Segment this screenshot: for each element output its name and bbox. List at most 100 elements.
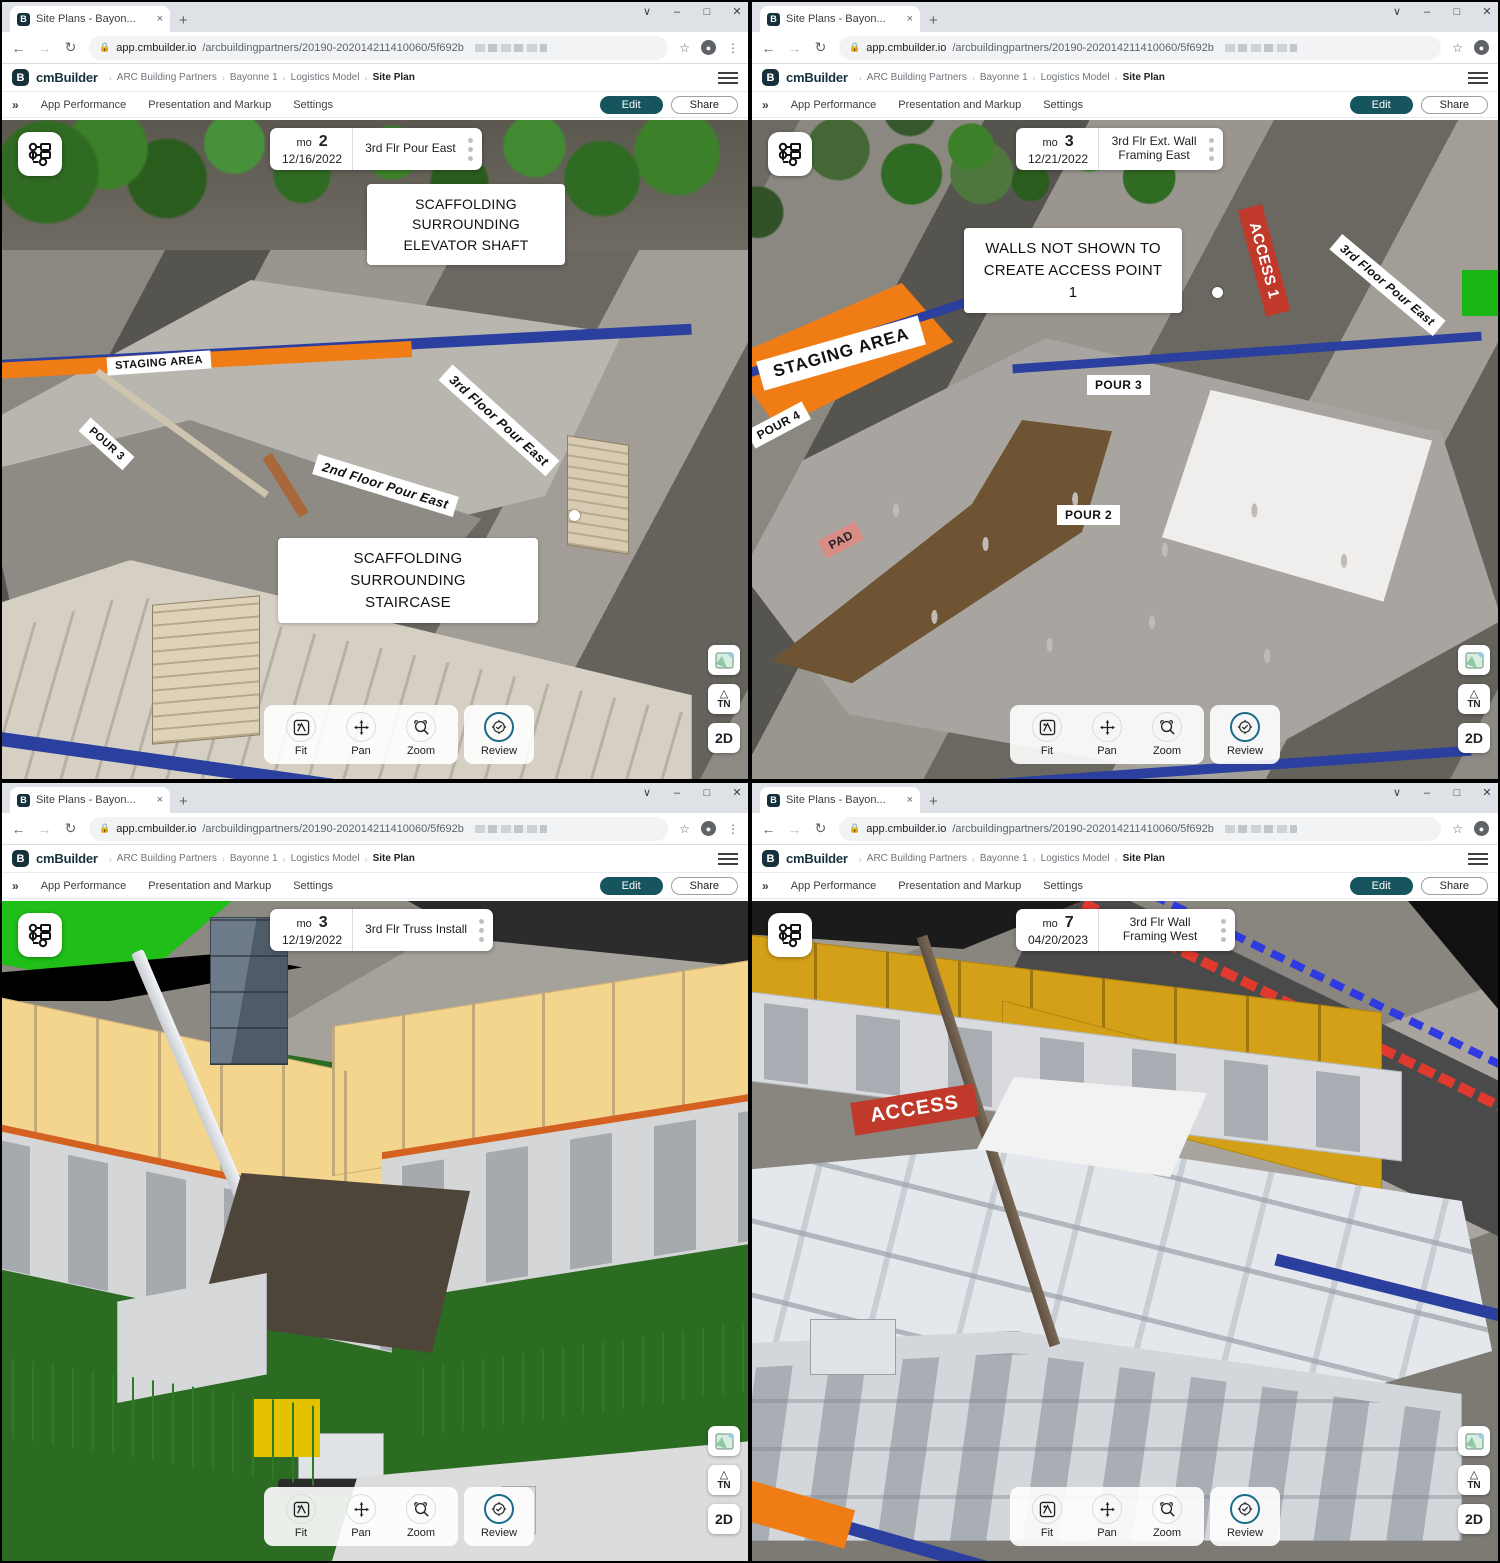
milestone-card[interactable]: mo 3 12/19/2022 3rd Flr Truss Install bbox=[270, 909, 494, 951]
reload-icon[interactable]: ↻ bbox=[63, 39, 78, 56]
compass-button[interactable]: △ TN bbox=[1458, 684, 1490, 714]
dimension-toggle-button[interactable]: 2D bbox=[708, 723, 740, 753]
callout-elevator-shaft[interactable]: SCAFFOLDING SURROUNDING ELEVATOR SHAFT bbox=[367, 184, 565, 265]
pan-tool[interactable]: Pan bbox=[333, 1494, 389, 1539]
bookmark-star-icon[interactable]: ☆ bbox=[1452, 822, 1463, 836]
close-window-button[interactable]: ✕ bbox=[1480, 786, 1494, 799]
minimize-button[interactable]: – bbox=[1420, 787, 1434, 799]
close-window-button[interactable]: ✕ bbox=[730, 786, 744, 799]
maximize-button[interactable]: □ bbox=[700, 787, 714, 799]
breadcrumb-item-model[interactable]: Logistics Model bbox=[291, 72, 360, 83]
expand-sidebar-icon[interactable]: » bbox=[762, 98, 769, 112]
breadcrumb-item-org[interactable]: ARC Building Partners bbox=[117, 853, 217, 864]
tab-settings[interactable]: Settings bbox=[1043, 99, 1083, 111]
breadcrumb-item-org[interactable]: ARC Building Partners bbox=[117, 72, 217, 83]
zoom-tool[interactable]: Zoom bbox=[1139, 1494, 1195, 1539]
milestone-more-icon[interactable] bbox=[1221, 909, 1235, 951]
hierarchy-tree-button[interactable] bbox=[18, 132, 62, 176]
breadcrumb-item-org[interactable]: ARC Building Partners bbox=[867, 72, 967, 83]
browser-menu-icon[interactable]: ⋮ bbox=[727, 823, 739, 835]
fit-tool[interactable]: Fit bbox=[273, 1494, 329, 1539]
reload-icon[interactable]: ↻ bbox=[813, 820, 828, 837]
fit-tool[interactable]: Fit bbox=[273, 712, 329, 757]
address-input[interactable]: 🔒 app.cmbuilder.io/arcbuildingpartners/2… bbox=[839, 816, 1442, 841]
callout-staircase[interactable]: SCAFFOLDING SURROUNDING STAIRCASE bbox=[278, 538, 538, 624]
map-layers-button[interactable] bbox=[1458, 1426, 1490, 1456]
viewport-3d-1[interactable]: STAGING AREA POUR 3 2nd Floor Pour East … bbox=[2, 120, 748, 779]
hierarchy-tree-button[interactable] bbox=[18, 913, 62, 957]
breadcrumb-item-project[interactable]: Bayonne 1 bbox=[980, 72, 1028, 83]
chevron-down-icon[interactable]: ∨ bbox=[1390, 786, 1404, 799]
breadcrumb-item-project[interactable]: Bayonne 1 bbox=[230, 853, 278, 864]
minimize-button[interactable]: – bbox=[1420, 6, 1434, 18]
address-input[interactable]: 🔒 app.cmbuilder.io/arcbuildingpartners/2… bbox=[89, 816, 669, 841]
edit-button[interactable]: Edit bbox=[1349, 95, 1413, 114]
expand-sidebar-icon[interactable]: » bbox=[762, 879, 769, 893]
dimension-toggle-button[interactable]: 2D bbox=[1458, 1504, 1490, 1534]
tab-settings[interactable]: Settings bbox=[293, 880, 333, 892]
browser-tab[interactable]: B Site Plans - Bayon... × bbox=[10, 6, 170, 32]
new-tab-button[interactable]: + bbox=[929, 793, 938, 813]
callout-access-point[interactable]: WALLS NOT SHOWN TO CREATE ACCESS POINT 1 bbox=[964, 228, 1182, 314]
compass-button[interactable]: △ TN bbox=[708, 1465, 740, 1495]
fit-tool[interactable]: Fit bbox=[1019, 1494, 1075, 1539]
edit-button[interactable]: Edit bbox=[1349, 876, 1413, 895]
new-tab-button[interactable]: + bbox=[929, 12, 938, 32]
share-button[interactable]: Share bbox=[1420, 876, 1488, 895]
profile-avatar[interactable]: ● bbox=[701, 40, 716, 55]
close-icon[interactable]: × bbox=[157, 794, 163, 806]
back-icon[interactable]: ← bbox=[11, 40, 26, 56]
forward-icon[interactable]: → bbox=[787, 40, 802, 56]
profile-avatar[interactable]: ● bbox=[1474, 40, 1489, 55]
profile-avatar[interactable]: ● bbox=[701, 821, 716, 836]
milestone-more-icon[interactable] bbox=[479, 909, 493, 951]
close-icon[interactable]: × bbox=[157, 13, 163, 25]
bookmark-star-icon[interactable]: ☆ bbox=[679, 822, 690, 836]
compass-button[interactable]: △ TN bbox=[708, 684, 740, 714]
hamburger-menu-icon[interactable] bbox=[1468, 71, 1488, 84]
milestone-card[interactable]: mo 3 12/21/2022 3rd Flr Ext. Wall Framing… bbox=[1016, 128, 1224, 170]
forward-icon[interactable]: → bbox=[37, 821, 52, 837]
tab-presentation-and-markup[interactable]: Presentation and Markup bbox=[898, 880, 1021, 892]
milestone-card[interactable]: mo 7 04/20/2023 3rd Flr Wall Framing West bbox=[1016, 909, 1236, 951]
browser-tab[interactable]: B Site Plans - Bayon... × bbox=[760, 787, 920, 813]
viewport-3d-3[interactable]: mo 3 12/19/2022 3rd Flr Truss Install △ bbox=[2, 901, 748, 1561]
tab-settings[interactable]: Settings bbox=[1043, 880, 1083, 892]
dimension-toggle-button[interactable]: 2D bbox=[708, 1504, 740, 1534]
hamburger-menu-icon[interactable] bbox=[718, 71, 738, 84]
new-tab-button[interactable]: + bbox=[179, 793, 188, 813]
share-button[interactable]: Share bbox=[670, 95, 738, 114]
tab-app-performance[interactable]: App Performance bbox=[791, 880, 877, 892]
bookmark-star-icon[interactable]: ☆ bbox=[679, 41, 690, 55]
dimension-toggle-button[interactable]: 2D bbox=[1458, 723, 1490, 753]
compass-button[interactable]: △ TN bbox=[1458, 1465, 1490, 1495]
close-icon[interactable]: × bbox=[907, 794, 913, 806]
chevron-down-icon[interactable]: ∨ bbox=[640, 5, 654, 18]
expand-sidebar-icon[interactable]: » bbox=[12, 879, 19, 893]
edit-button[interactable]: Edit bbox=[599, 95, 663, 114]
milestone-more-icon[interactable] bbox=[1209, 128, 1223, 170]
map-layers-button[interactable] bbox=[708, 1426, 740, 1456]
tab-app-performance[interactable]: App Performance bbox=[41, 880, 127, 892]
chevron-down-icon[interactable]: ∨ bbox=[640, 786, 654, 799]
close-window-button[interactable]: ✕ bbox=[1480, 5, 1494, 18]
minimize-button[interactable]: – bbox=[670, 6, 684, 18]
tab-presentation-and-markup[interactable]: Presentation and Markup bbox=[148, 99, 271, 111]
review-tool[interactable]: Review bbox=[471, 1494, 527, 1539]
tab-settings[interactable]: Settings bbox=[293, 99, 333, 111]
chevron-down-icon[interactable]: ∨ bbox=[1390, 5, 1404, 18]
breadcrumb-item-org[interactable]: ARC Building Partners bbox=[867, 853, 967, 864]
close-icon[interactable]: × bbox=[907, 13, 913, 25]
browser-menu-icon[interactable]: ⋮ bbox=[727, 42, 739, 54]
tab-app-performance[interactable]: App Performance bbox=[41, 99, 127, 111]
review-tool[interactable]: Review bbox=[471, 712, 527, 757]
map-layers-button[interactable] bbox=[1458, 645, 1490, 675]
markup-anchor-dot[interactable] bbox=[569, 510, 580, 521]
zoom-tool[interactable]: Zoom bbox=[1139, 712, 1195, 757]
breadcrumb-item-model[interactable]: Logistics Model bbox=[1041, 853, 1110, 864]
pan-tool[interactable]: Pan bbox=[333, 712, 389, 757]
breadcrumb-item-project[interactable]: Bayonne 1 bbox=[980, 853, 1028, 864]
zoom-tool[interactable]: Zoom bbox=[393, 1494, 449, 1539]
pan-tool[interactable]: Pan bbox=[1079, 1494, 1135, 1539]
milestone-more-icon[interactable] bbox=[467, 128, 482, 170]
